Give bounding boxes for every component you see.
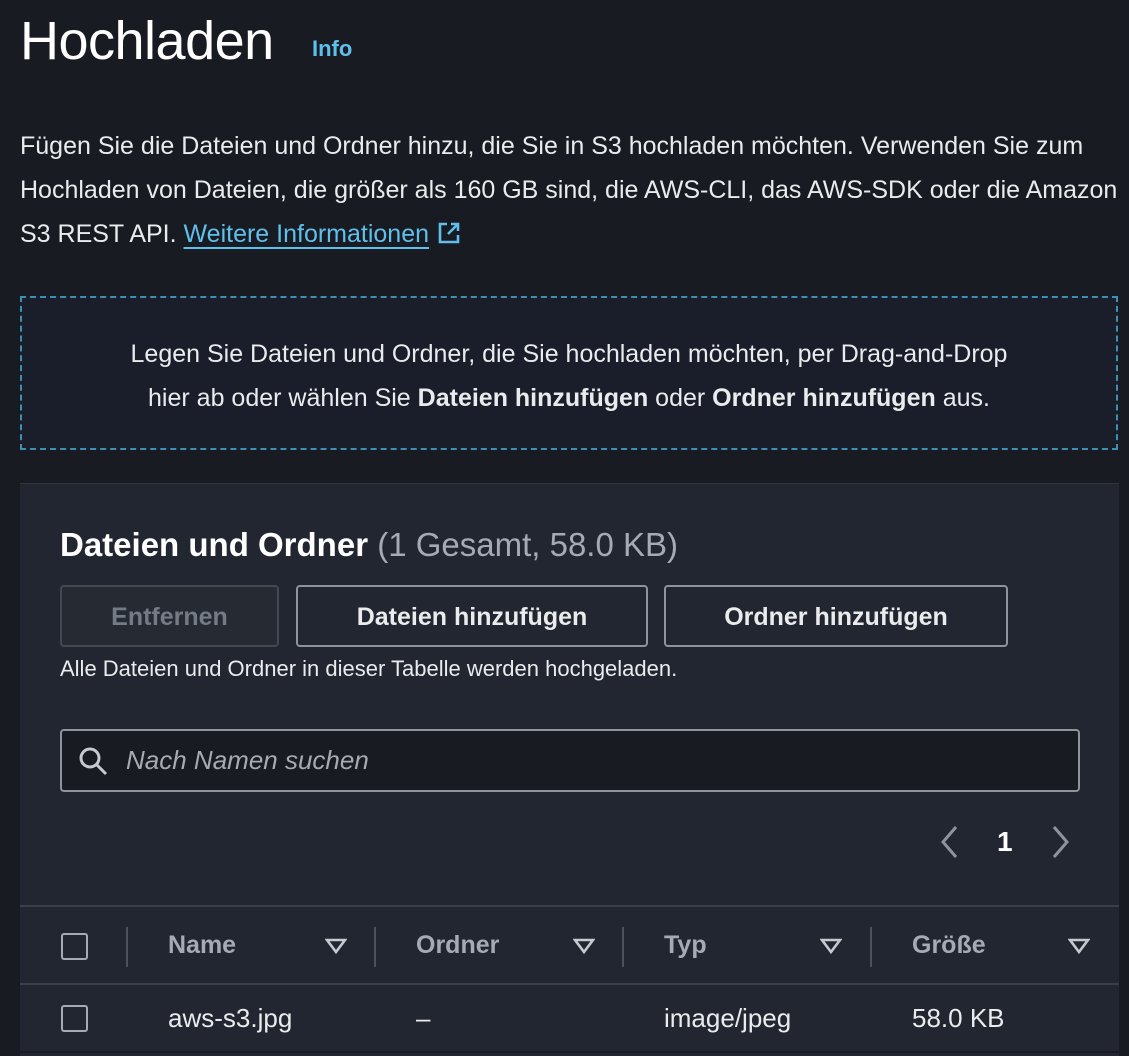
table-row: aws-s3.jpg – image/jpeg 58.0 KB xyxy=(20,985,1119,1053)
column-divider[interactable] xyxy=(870,927,872,967)
column-header-folder[interactable]: Ordner xyxy=(416,931,499,960)
drop-zone-line2: hier ab oder wählen Sie Dateien hinzufüg… xyxy=(22,376,1116,420)
add-files-button[interactable]: Dateien hinzufügen xyxy=(296,585,648,647)
search-box[interactable] xyxy=(60,729,1080,792)
drop-zone-text: oder xyxy=(648,384,713,412)
page-description: Fügen Sie die Dateien und Ordner hinzu, … xyxy=(20,124,1120,256)
cell-size: 58.0 KB xyxy=(912,1003,1005,1033)
sort-icon[interactable] xyxy=(325,937,347,955)
column-divider[interactable] xyxy=(622,927,624,967)
drop-zone-line1: Legen Sie Dateien und Ordner, die Sie ho… xyxy=(130,340,1008,368)
upload-hint: Alle Dateien und Ordner in dieser Tabell… xyxy=(60,656,678,681)
cell-type: image/jpeg xyxy=(664,1003,792,1033)
files-and-folders-panel: Dateien und Ordner (1 Gesamt, 58.0 KB) E… xyxy=(20,483,1119,1056)
select-all-checkbox[interactable] xyxy=(61,933,88,960)
panel-title: Dateien und Ordner (1 Gesamt, 58.0 KB) xyxy=(60,526,678,564)
current-page-number[interactable]: 1 xyxy=(997,826,1013,858)
column-header-type[interactable]: Typ xyxy=(664,931,707,960)
add-folder-button[interactable]: Ordner hinzufügen xyxy=(664,585,1008,647)
cell-folder: – xyxy=(416,1003,431,1033)
sort-icon[interactable] xyxy=(1068,937,1090,955)
column-header-name[interactable]: Name xyxy=(168,931,236,960)
external-link-icon[interactable] xyxy=(437,221,461,245)
learn-more-link-label[interactable]: Weitere Informationen xyxy=(184,220,430,248)
info-link[interactable]: Info xyxy=(312,36,352,62)
column-header-size[interactable]: Größe xyxy=(912,931,986,960)
sort-icon[interactable] xyxy=(573,937,595,955)
previous-page-icon[interactable] xyxy=(938,824,962,860)
drop-zone-text: hier ab oder wählen Sie xyxy=(148,384,418,412)
drop-zone-text: aus. xyxy=(935,384,990,412)
table-header: Name Ordner Typ Größe xyxy=(20,905,1119,985)
learn-more-link[interactable]: Weitere Informationen xyxy=(184,220,430,248)
drop-zone-add-files-text: Dateien hinzufügen xyxy=(417,384,649,412)
drop-zone-add-folder-text: Ordner hinzufügen xyxy=(712,384,936,412)
cell-name: aws-s3.jpg xyxy=(168,1003,293,1033)
search-icon xyxy=(79,747,108,776)
panel-title-text: Dateien und Ordner xyxy=(60,526,369,563)
column-divider[interactable] xyxy=(374,927,376,967)
sort-icon[interactable] xyxy=(820,937,842,955)
next-page-icon[interactable] xyxy=(1048,824,1072,860)
search-input[interactable] xyxy=(126,731,1056,790)
row-checkbox[interactable] xyxy=(61,1005,88,1032)
remove-button[interactable]: Entfernen xyxy=(60,585,279,647)
column-divider[interactable] xyxy=(126,927,128,967)
page-title: Hochladen xyxy=(20,11,274,71)
drop-zone[interactable]: Legen Sie Dateien und Ordner, die Sie ho… xyxy=(20,296,1118,450)
panel-count: (1 Gesamt, 58.0 KB) xyxy=(377,526,679,563)
